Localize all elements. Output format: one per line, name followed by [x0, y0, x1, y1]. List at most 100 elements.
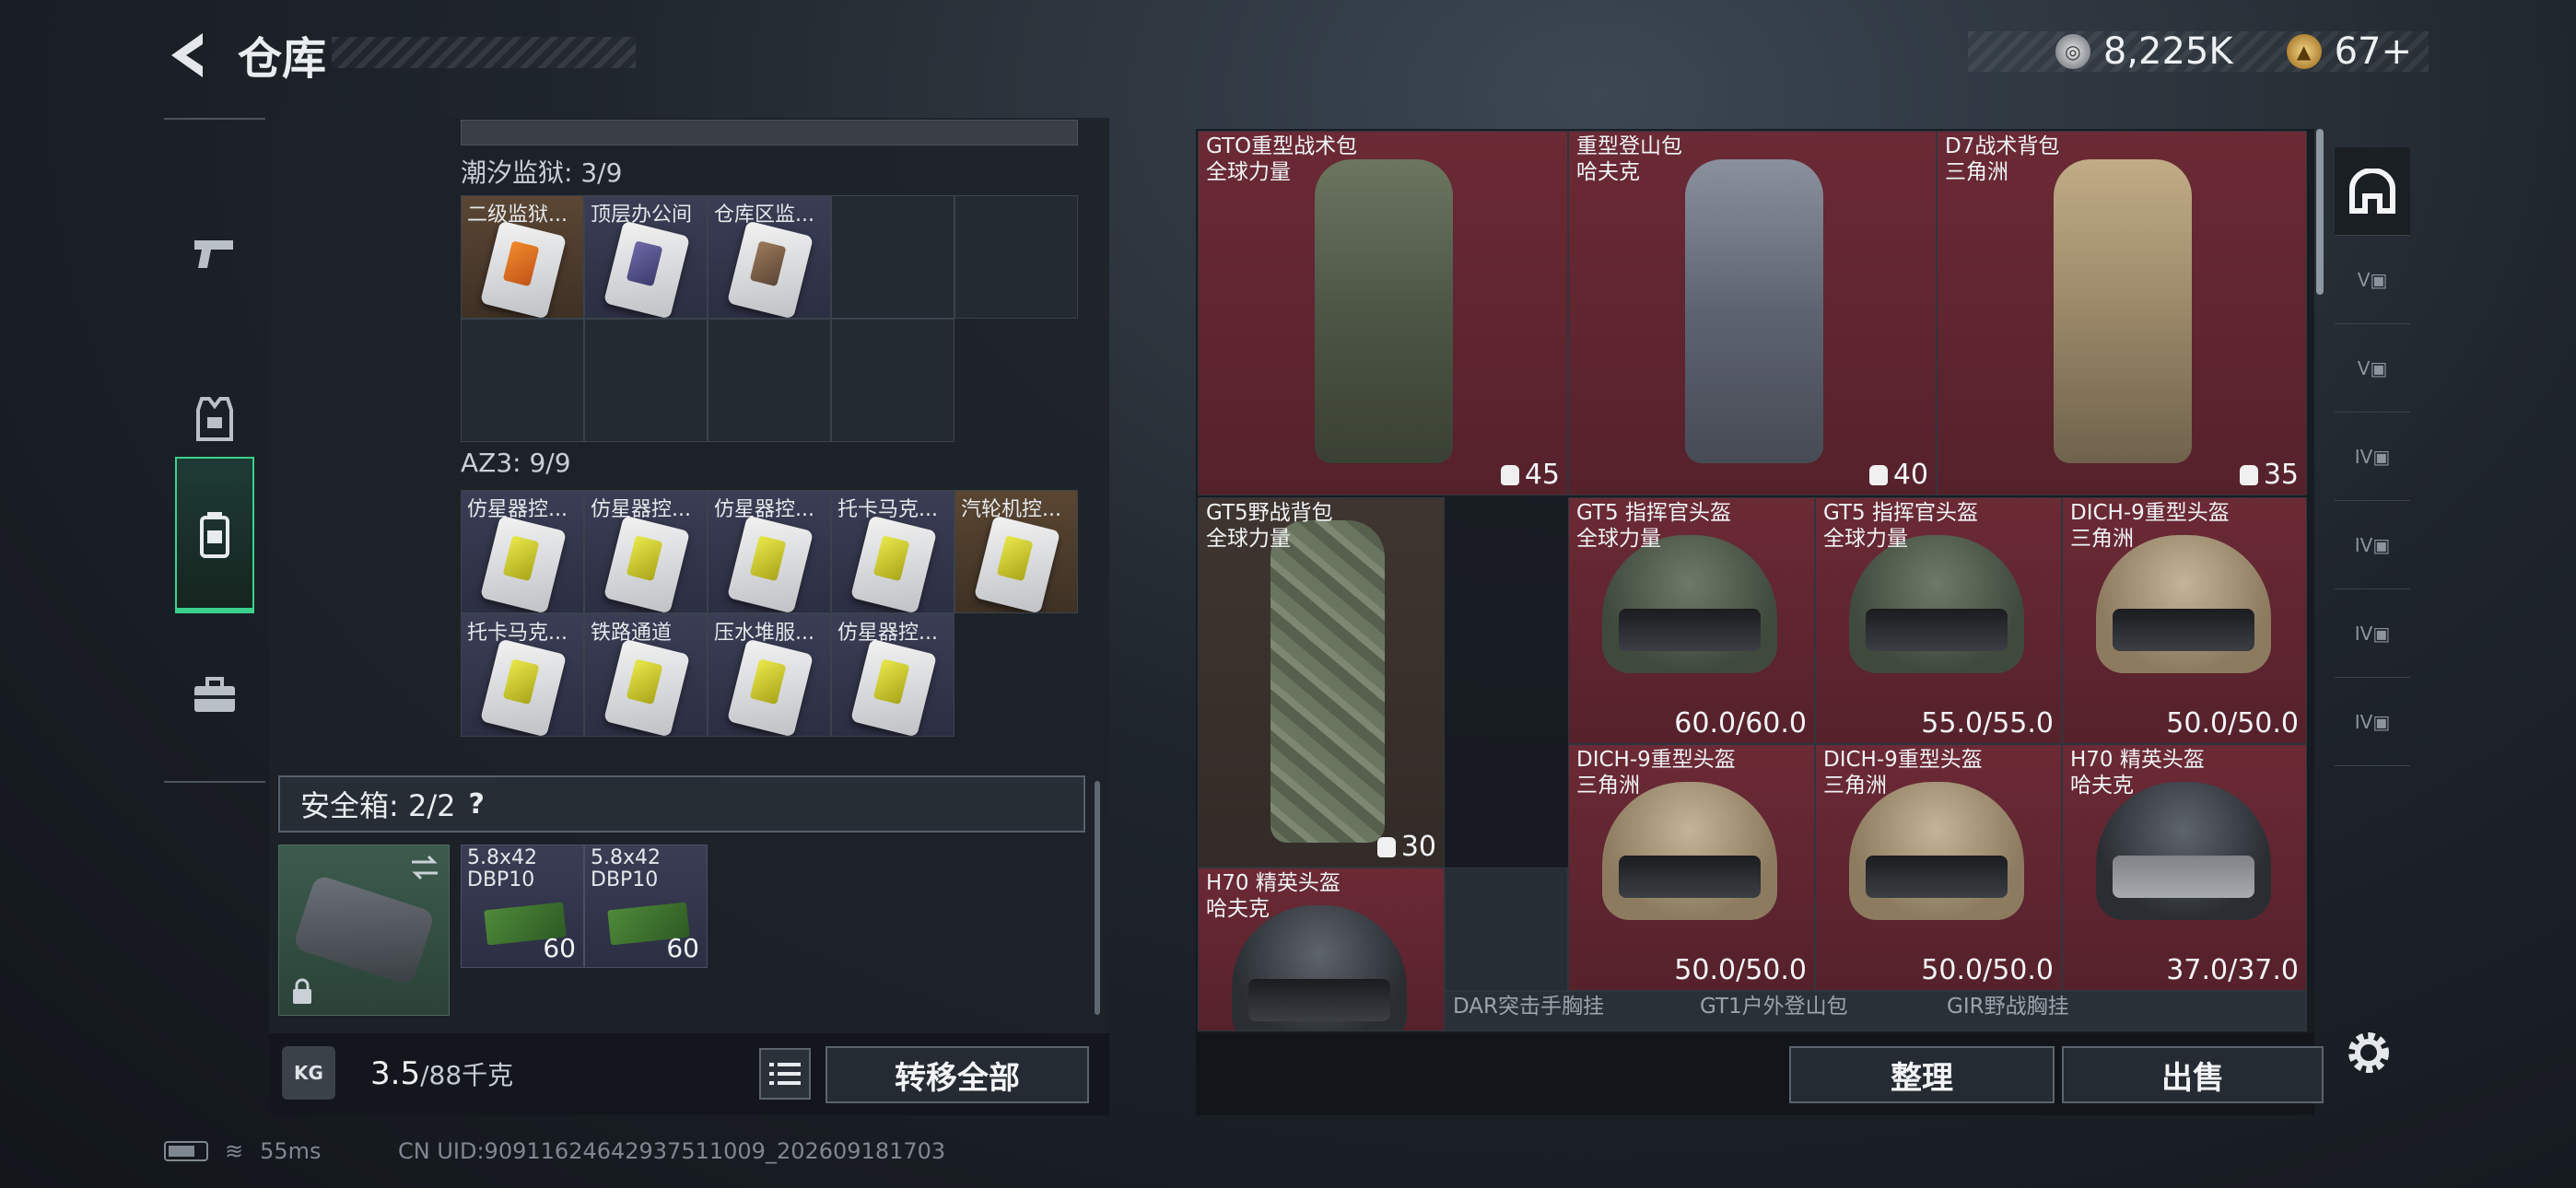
item-label: 仿星器控... [591, 498, 691, 521]
sidebar-item-toolbox[interactable] [164, 626, 265, 764]
capacity: 45 [1500, 459, 1560, 491]
inventory-item[interactable]: DICH-9重型头盔 三角洲 50.0/50.0 [1568, 744, 1815, 991]
keycard-slot[interactable]: 顶层办公间 [584, 195, 708, 319]
item-name-block: 重型登山包 哈夫克 [1576, 134, 1682, 184]
category-sidebar [164, 118, 265, 783]
inventory-item[interactable]: DICH-9重型头盔 三角洲 50.0/50.0 [2062, 497, 2307, 744]
case-iv-icon: IV [2354, 710, 2373, 733]
keycard-icon [603, 220, 691, 318]
keycard-icon [726, 515, 814, 612]
filter-case-iv[interactable]: IV ▣ [2335, 589, 2410, 678]
inventory-item[interactable]: H70 精英头盔 哈夫克 37.0/37.0 [2062, 744, 2307, 991]
empty-slot[interactable] [954, 195, 1078, 319]
left-scrollbar[interactable] [1095, 781, 1100, 1015]
keycard-slot[interactable]: 托卡马克... [831, 490, 954, 613]
item-label: 汽轮机控... [961, 498, 1061, 521]
capacity: 30 [1376, 831, 1436, 863]
filter-case-iv[interactable]: IV ▣ [2335, 501, 2410, 589]
empty-slot[interactable] [461, 319, 584, 442]
right-scrollbar[interactable] [2316, 129, 2324, 295]
ammo-quantity: 60 [543, 933, 576, 963]
inventory-item[interactable]: GTO重型战术包 全球力量 45 [1198, 131, 1568, 495]
list-icon [769, 1063, 801, 1085]
partial-row: DAR突击手胸挂 GT1户外登山包 GIR野战胸挂 [1445, 991, 2307, 1031]
keycard-slot[interactable]: 仿星器控... [461, 490, 584, 613]
keycard-slot[interactable]: 汽轮机控... [954, 490, 1078, 613]
empty-slot[interactable] [584, 319, 708, 442]
keycard-slot[interactable]: 仓库区监... [708, 195, 831, 319]
item-label: 二级监狱... [467, 204, 568, 227]
filter-helmet[interactable] [2335, 147, 2410, 236]
back-icon[interactable] [162, 28, 217, 83]
page-title: 仓库 [238, 33, 327, 85]
helmet-image [1602, 535, 1777, 673]
gold-currency-value[interactable]: 67+ [2335, 30, 2412, 73]
ammo-label: 5.8x42 DBP10 [467, 846, 538, 891]
safebox-slot[interactable] [278, 844, 450, 1016]
inventory-item[interactable]: H70 精英头盔 哈夫克 [1198, 868, 1445, 1031]
filter-case-v[interactable]: V ▣ [2335, 236, 2410, 324]
pistol-icon [194, 240, 233, 268]
item-name-block: D7战术背包 三角洲 [1945, 134, 2060, 184]
item-name[interactable]: GT1户外登山包 [1700, 994, 1848, 1019]
ammo-slot[interactable]: 5.8x42 DBP10 60 [461, 844, 584, 968]
filter-case-iv[interactable]: IV ▣ [2335, 413, 2410, 501]
safebox-items: 5.8x42 DBP10 60 5.8x42 DBP10 60 [461, 844, 708, 968]
keycard-slot[interactable]: 仿星器控... [584, 490, 708, 613]
ammo-slot[interactable]: 5.8x42 DBP10 60 [584, 844, 708, 968]
sidebar-item-backpacks[interactable] [175, 457, 254, 613]
weight-max: /88千克 [420, 1060, 514, 1090]
capacity-icon [1868, 464, 1888, 485]
backpack-image [1315, 159, 1453, 463]
inventory-item[interactable]: D7战术背包 三角洲 35 [1937, 131, 2307, 495]
capacity: 35 [2239, 459, 2299, 491]
keycard-icon [726, 220, 814, 318]
currency-bar: ◎ 8,225K ▲ 67+ [1968, 30, 2429, 73]
empty-slot[interactable] [831, 319, 954, 442]
inventory-item[interactable]: GT5 指挥官头盔 全球力量 60.0/60.0 [1568, 497, 1815, 744]
keycard-slot[interactable]: 托卡马克... [461, 613, 584, 737]
empty-slot[interactable] [1445, 868, 1568, 991]
inventory-item[interactable]: DICH-9重型头盔 三角洲 50.0/50.0 [1815, 744, 2062, 991]
list-view-button[interactable] [759, 1048, 811, 1100]
empty-slot[interactable] [708, 319, 831, 442]
weight-current: 3.5 [370, 1055, 421, 1092]
keycard-slot[interactable]: 仿星器控... [708, 490, 831, 613]
keycard-slot[interactable]: 仿星器控... [831, 613, 954, 737]
item-name-block: DICH-9重型头盔 三角洲 [1576, 748, 1736, 798]
wifi-icon: ≋ [225, 1138, 244, 1164]
gold-coin-icon: ▲ [2286, 34, 2322, 69]
inventory-item[interactable]: GT5野战背包 全球力量 30 [1198, 497, 1445, 868]
inventory-item[interactable]: 重型登山包 哈夫克 40 [1568, 131, 1937, 495]
cut-off-row [461, 120, 1078, 146]
gear-icon[interactable] [2340, 1024, 2397, 1081]
item-label: 仿星器控... [467, 498, 568, 521]
status-bar: ≋ 55ms [164, 1138, 322, 1164]
item-name-block: H70 精英头盔 哈夫克 [2070, 748, 2205, 798]
section-title-tidal-prison: 潮汐监狱: 3/9 [461, 157, 623, 188]
item-label: 铁路通道 [591, 622, 673, 645]
swap-icon[interactable] [408, 855, 441, 880]
weight-display: 3.5/88千克 [370, 1055, 513, 1092]
filter-case-iv[interactable]: IV ▣ [2335, 678, 2410, 766]
inventory-item[interactable]: GT5 指挥官头盔 全球力量 55.0/55.0 [1815, 497, 2062, 744]
item-name[interactable]: GIR野战胸挂 [1947, 994, 2069, 1019]
filter-case-v[interactable]: V ▣ [2335, 324, 2410, 413]
user-uid: CN UID:9091162464293751100​9_20260918170… [398, 1138, 946, 1164]
keycard-slot[interactable]: 铁路通道 [584, 613, 708, 737]
item-name-block: DICH-9重型头盔 三角洲 [1823, 748, 1983, 798]
keycard-slot[interactable]: 二级监狱... [461, 195, 584, 319]
item-name[interactable]: DAR突击手胸挂 [1453, 994, 1604, 1019]
keycard-icon [603, 515, 691, 612]
sort-button[interactable]: 整理 [1789, 1046, 2055, 1103]
sell-button[interactable]: 出售 [2062, 1046, 2324, 1103]
keycard-grid-az3: 仿星器控... 仿星器控... 仿星器控... 托卡马克... 汽轮机控... … [461, 490, 1078, 737]
sidebar-item-weapons[interactable] [164, 184, 265, 322]
help-icon[interactable]: ? [468, 788, 484, 821]
keycard-slot[interactable]: 压水堆服... [708, 613, 831, 737]
case-iv-icon: IV [2354, 622, 2373, 645]
keycard-icon [479, 515, 568, 612]
empty-slot[interactable] [831, 195, 954, 319]
capacity-icon [2239, 464, 2258, 485]
transfer-all-button[interactable]: 转移全部 [825, 1046, 1089, 1103]
